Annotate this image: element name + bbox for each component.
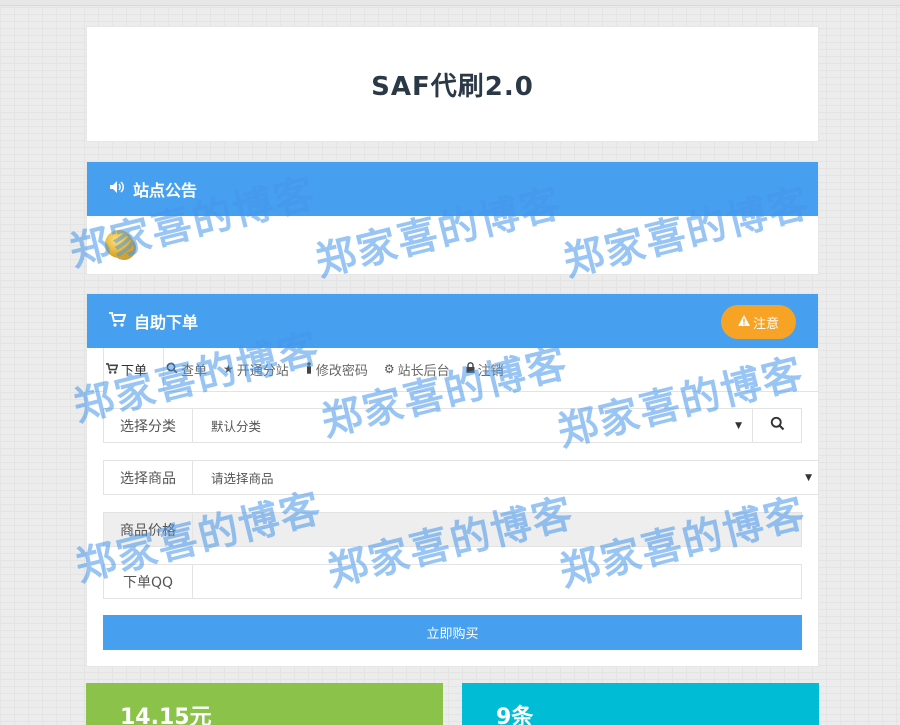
price-row: 商品价格 [103,512,802,547]
speaker-icon [109,180,125,198]
tab-open-substation-label: 开通分站 [236,363,289,379]
tab-change-password[interactable]: 修改密码 [303,347,382,391]
order-form: 选择分类 默认分类 ▼ 选择商品 请选择商品 ▼ 商品价格 下单QQ 立即购买 [87,392,818,666]
tab-order-label: 下单 [121,364,148,379]
notice-button[interactable]: 注意 [721,305,796,339]
tab-order[interactable]: 下单 [103,347,165,392]
qq-input[interactable] [192,564,802,599]
search-icon [166,362,178,377]
category-row: 选择分类 默认分类 ▼ [103,408,802,443]
order-tabs: 下单 查单 ★ 开通分站 修改密码 ⚙ 站长后台 注销 [87,347,818,392]
qq-row: 下单QQ [103,564,802,599]
tab-logout[interactable]: 注销 [464,347,518,391]
tab-query[interactable]: 查单 [164,347,221,391]
gear-icon: ⚙ [383,362,395,376]
tab-change-password-label: 修改密码 [315,363,368,379]
tab-admin-label: 站长后台 [397,363,450,379]
main-container: SAF代刷2.0 站点公告 自助下单 注意 下单 查单 ★ 开通分站 修改密码 … [86,26,819,667]
title-panel: SAF代刷2.0 [86,26,819,142]
order-heading-text: 自助下单 [134,313,199,332]
warning-icon [737,314,750,330]
site-title: SAF代刷2.0 [371,71,534,102]
order-panel: 自助下单 注意 下单 查单 ★ 开通分站 修改密码 ⚙ 站长后台 注销 选择分类… [86,293,819,667]
notice-panel: 站点公告 [86,161,819,275]
lock-icon [466,362,475,376]
product-label: 选择商品 [103,460,192,495]
caret-down-icon: ▼ [735,420,742,431]
category-search-button[interactable] [753,408,802,443]
person-icon [305,361,313,377]
cart-icon [106,362,119,377]
price-label: 商品价格 [103,512,192,547]
buy-now-button[interactable]: 立即购买 [103,615,802,650]
product-select[interactable]: 请选择商品 ▼ [192,460,818,495]
stat-amount: 14.15元 [86,683,443,725]
order-heading: 自助下单 注意 [87,294,818,348]
category-label: 选择分类 [103,408,192,443]
stat-count: 9条 [462,683,819,725]
coins-icon [105,230,133,258]
tab-open-substation[interactable]: ★ 开通分站 [221,347,303,391]
product-value: 请选择商品 [211,471,274,486]
category-value: 默认分类 [211,419,262,434]
cart-icon [109,311,127,331]
notice-body [87,216,818,274]
tab-query-label: 查单 [181,363,208,379]
search-icon [770,416,785,435]
star-icon: ★ [223,362,234,376]
qq-label: 下单QQ [103,564,192,599]
stats-row: 14.15元 9条 [86,683,819,725]
category-select[interactable]: 默认分类 ▼ [192,408,753,443]
notice-heading: 站点公告 [87,162,818,216]
browser-top-bar [0,0,900,6]
caret-down-icon: ▼ [805,472,812,483]
product-row: 选择商品 请选择商品 ▼ [103,460,818,495]
tab-logout-label: 注销 [477,363,504,379]
notice-button-label: 注意 [752,316,779,332]
price-field [192,512,802,547]
tab-admin[interactable]: ⚙ 站长后台 [382,347,464,391]
notice-heading-text: 站点公告 [133,181,198,200]
